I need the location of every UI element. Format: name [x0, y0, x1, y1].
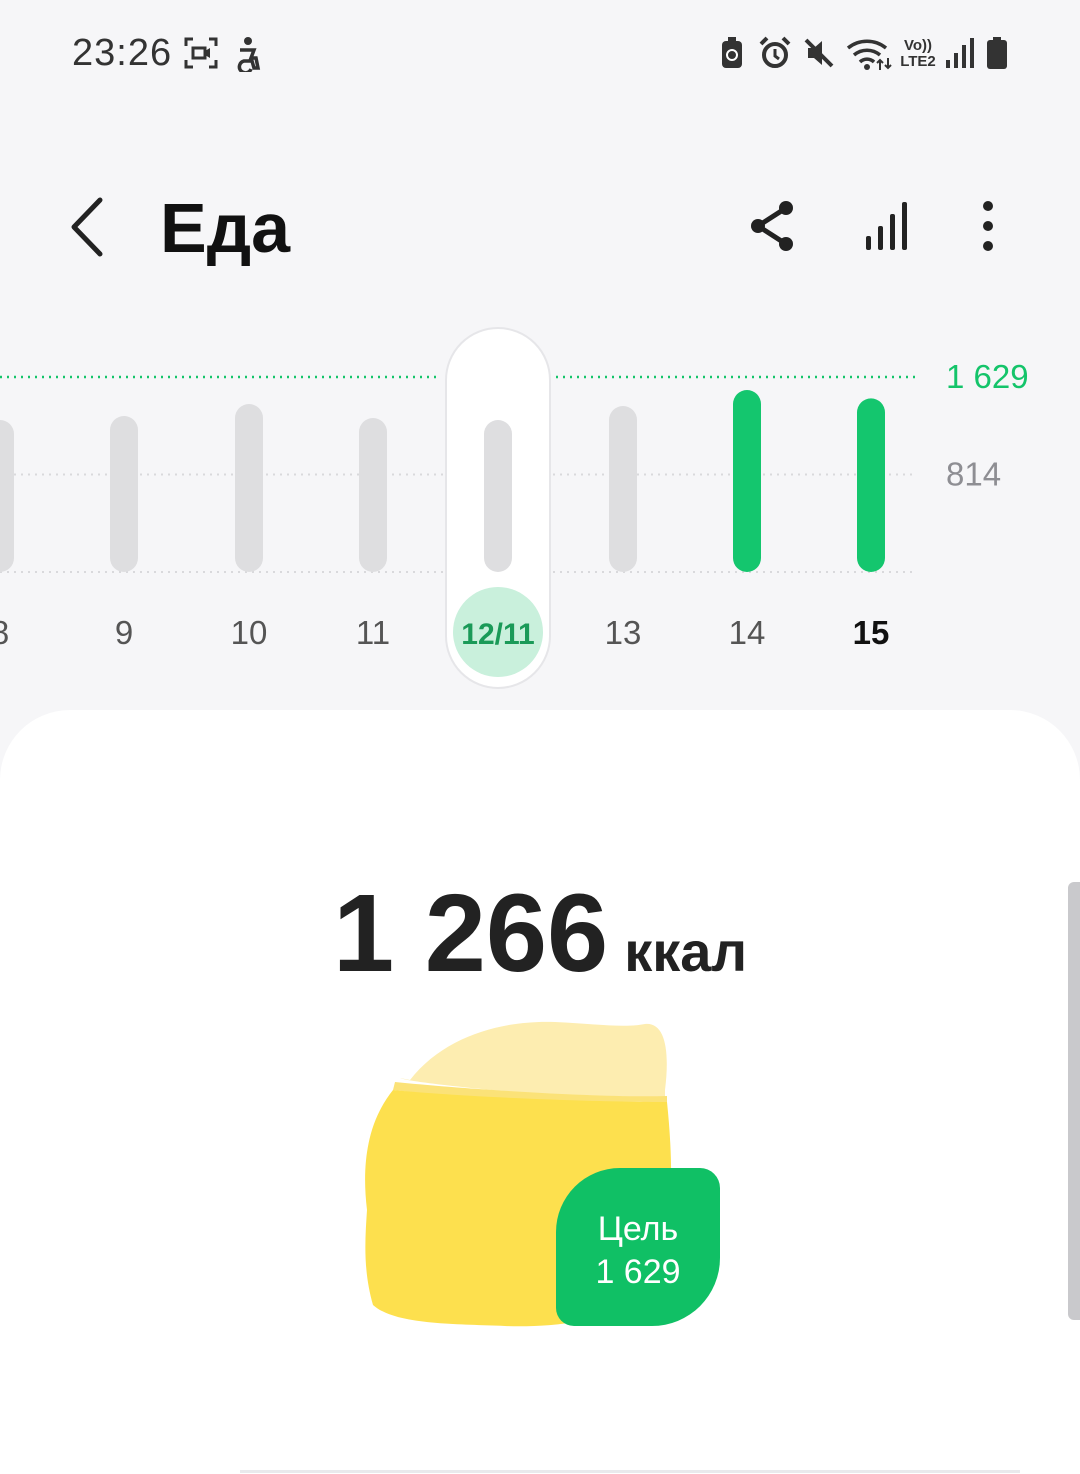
bar-12/11 — [484, 420, 512, 572]
app-header: Еда — [0, 170, 1080, 290]
signal-icon — [946, 38, 974, 68]
calorie-total: 1 266 ккал — [0, 870, 1080, 997]
x-label-8: 8 — [0, 614, 9, 651]
goal-badge: Цель 1 629 — [556, 1168, 720, 1326]
status-bar: 23:26 Vo)) LTE2 — [0, 0, 1080, 110]
stats-icon[interactable] — [858, 196, 918, 256]
bar-8 — [0, 420, 14, 572]
alarm-icon — [759, 36, 791, 68]
bar-11 — [359, 418, 387, 572]
wifi-icon — [846, 39, 892, 70]
y-label-goal: 1 629 — [946, 358, 1029, 395]
accessibility-icon — [237, 37, 261, 72]
x-label-10: 10 — [231, 614, 268, 651]
bar-10 — [235, 404, 263, 572]
goal-value: 1 629 — [595, 1253, 681, 1291]
page-title: Еда — [160, 189, 291, 267]
bar-9 — [110, 416, 138, 572]
x-label-15: 15 — [853, 614, 890, 651]
x-label-11: 11 — [356, 614, 390, 651]
daily-calories-chart[interactable]: 8 9 10 11 12/11 13 14 15 1 629 814 — [0, 320, 1080, 700]
volte-label: Vo)) LTE2 — [900, 37, 936, 70]
x-label-13: 13 — [605, 614, 642, 651]
more-icon[interactable] — [958, 196, 1018, 256]
back-icon[interactable] — [60, 192, 120, 262]
bar-13 — [609, 406, 637, 572]
status-time: 23:26 — [72, 32, 173, 74]
calorie-value: 1 266 — [332, 872, 609, 995]
battery-icon — [987, 37, 1007, 69]
bar-14 — [733, 390, 761, 572]
scrollbar[interactable] — [1068, 882, 1080, 1320]
calorie-unit: ккал — [624, 920, 748, 983]
mute-icon — [804, 38, 834, 68]
bar-15 — [857, 398, 885, 572]
share-icon[interactable] — [742, 196, 802, 256]
y-label-mid: 814 — [946, 456, 1001, 493]
screen-record-icon — [184, 37, 218, 69]
x-label-14: 14 — [729, 614, 766, 651]
summary-panel: 1 266 ккал Цель 1 629 — [0, 710, 1080, 1474]
battery-saver-icon — [722, 37, 742, 68]
goal-label: Цель — [597, 1210, 679, 1248]
x-label-12/11: 12/11 — [461, 618, 534, 651]
divider — [240, 1470, 1020, 1473]
x-label-9: 9 — [115, 614, 133, 651]
volte-lte2-icon: Vo)) LTE2 — [896, 38, 940, 70]
